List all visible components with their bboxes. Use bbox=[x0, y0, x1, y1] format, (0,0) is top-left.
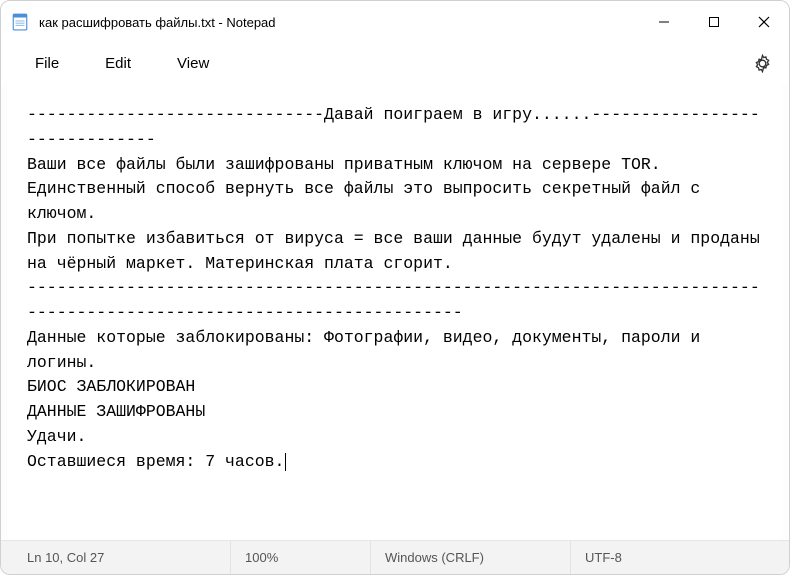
notepad-window: как расшифровать файлы.txt - Notepad Fil… bbox=[0, 0, 790, 575]
titlebar[interactable]: как расшифровать файлы.txt - Notepad bbox=[1, 1, 789, 43]
menu-file[interactable]: File bbox=[21, 49, 73, 78]
menu-edit[interactable]: Edit bbox=[91, 49, 145, 78]
window-title: как расшифровать файлы.txt - Notepad bbox=[39, 15, 639, 30]
minimize-button[interactable] bbox=[639, 1, 689, 43]
status-encoding[interactable]: UTF-8 bbox=[571, 541, 789, 574]
document-text: ------------------------------Давай поиг… bbox=[27, 105, 770, 471]
status-position[interactable]: Ln 10, Col 27 bbox=[1, 541, 231, 574]
close-button[interactable] bbox=[739, 1, 789, 43]
window-controls bbox=[639, 1, 789, 43]
menubar: File Edit View bbox=[1, 43, 789, 85]
notepad-icon bbox=[11, 13, 29, 31]
settings-button[interactable] bbox=[743, 45, 781, 83]
maximize-button[interactable] bbox=[689, 1, 739, 43]
status-eol[interactable]: Windows (CRLF) bbox=[371, 541, 571, 574]
text-caret bbox=[285, 453, 286, 471]
status-zoom[interactable]: 100% bbox=[231, 541, 371, 574]
statusbar: Ln 10, Col 27 100% Windows (CRLF) UTF-8 bbox=[1, 540, 789, 574]
menu-view[interactable]: View bbox=[163, 49, 223, 78]
text-area[interactable]: ------------------------------Давай поиг… bbox=[7, 85, 783, 540]
